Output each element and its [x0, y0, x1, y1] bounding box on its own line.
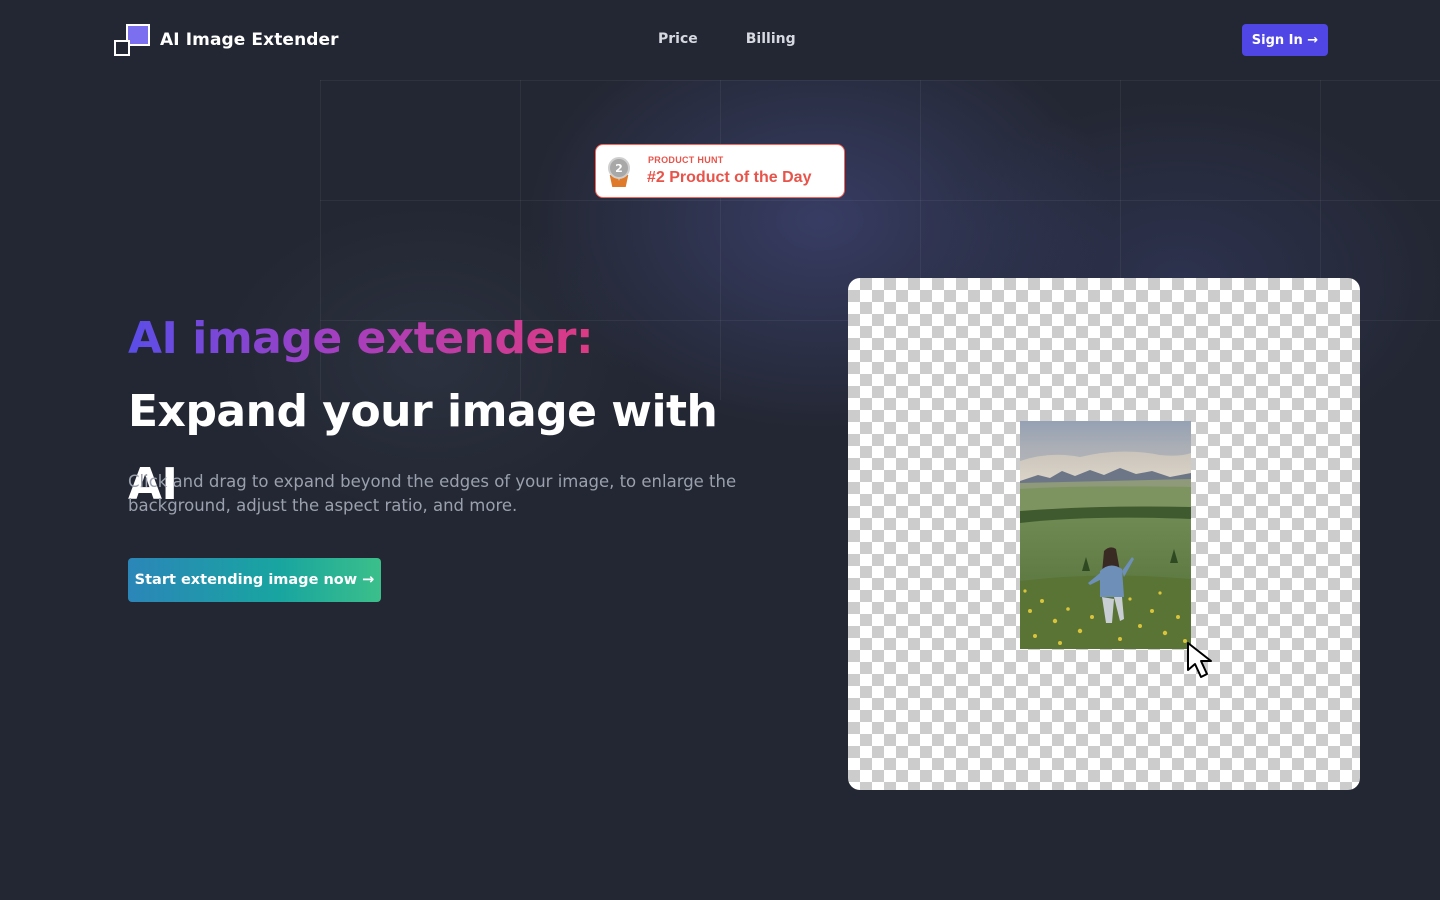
- start-extending-button[interactable]: Start extending image now →: [128, 558, 381, 602]
- top-navbar: AI Image Extender Price Billing Sign In …: [0, 0, 1440, 80]
- logo-text: AI Image Extender: [160, 30, 339, 50]
- logo-link[interactable]: AI Image Extender: [114, 24, 339, 56]
- medal-number: 2: [608, 157, 630, 179]
- logo-icon: [114, 24, 150, 56]
- nav-price[interactable]: Price: [658, 31, 698, 47]
- hero-subtitle: Click and drag to expand beyond the edge…: [128, 472, 737, 515]
- sign-in-button[interactable]: Sign In →: [1242, 24, 1328, 56]
- demo-photo: [1020, 421, 1191, 649]
- demo-canvas[interactable]: [848, 278, 1360, 790]
- nav-billing[interactable]: Billing: [746, 31, 796, 47]
- badge-label: PRODUCT HUNT: [648, 155, 724, 165]
- product-hunt-badge[interactable]: 2 PRODUCT HUNT #2 Product of the Day: [595, 144, 845, 198]
- medal-icon: 2: [608, 157, 630, 187]
- mouse-pointer-icon: [1187, 642, 1212, 678]
- hero-title-highlight: AI image extender:: [128, 313, 594, 364]
- main-nav: Price Billing: [658, 31, 844, 47]
- badge-title: #2 Product of the Day: [647, 169, 812, 186]
